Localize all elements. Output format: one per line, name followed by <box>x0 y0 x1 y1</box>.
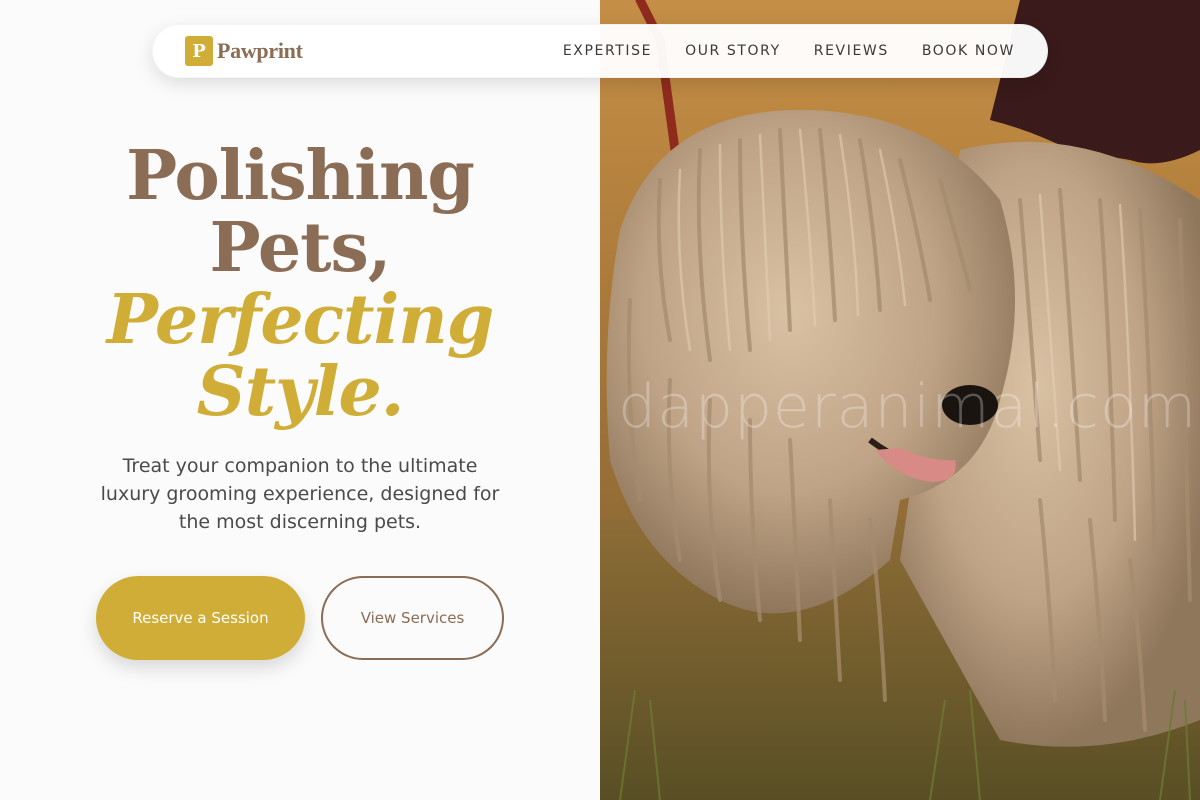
hero-title-line-1: Polishing <box>126 136 475 216</box>
photo-watermark: dapperanimal.com <box>618 372 1198 442</box>
logo-icon: P <box>185 36 213 66</box>
nav-link-our-story[interactable]: OUR STORY <box>685 43 781 59</box>
hero-title: Polishing Pets, Perfecting Style. <box>0 140 600 428</box>
logo[interactable]: P Pawprint <box>185 36 303 66</box>
nav-link-reviews[interactable]: REVIEWS <box>814 43 889 59</box>
logo-text: Pawprint <box>217 38 303 63</box>
navbar: P Pawprint EXPERTISE OUR STORY REVIEWS B… <box>152 24 1048 78</box>
view-services-button[interactable]: View Services <box>321 576 504 660</box>
hero-title-line-4: Style. <box>196 352 405 432</box>
reserve-session-button[interactable]: Reserve a Session <box>96 576 305 660</box>
hero-title-line-2: Pets, <box>209 208 392 288</box>
hero-subtitle: Treat your companion to the ultimate lux… <box>100 455 500 533</box>
nav-link-expertise[interactable]: EXPERTISE <box>563 43 652 59</box>
nav-link-book-now[interactable]: BOOK NOW <box>922 43 1015 59</box>
hero-title-line-3: Perfecting <box>106 280 495 360</box>
nav-links: EXPERTISE OUR STORY REVIEWS BOOK NOW <box>563 25 1015 77</box>
